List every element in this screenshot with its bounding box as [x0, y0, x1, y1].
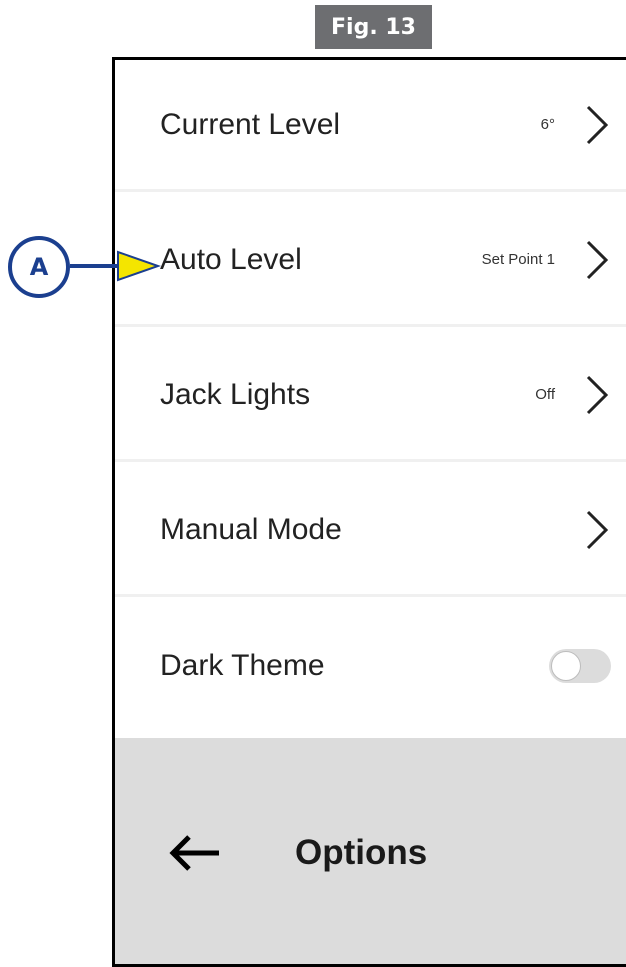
menu-item-value: Off — [535, 386, 555, 403]
figure-label: Fig. 13 — [315, 5, 432, 49]
menu-item-label: Dark Theme — [160, 649, 325, 682]
chevron-right-icon — [586, 510, 609, 549]
menu-item-value: Set Point 1 — [481, 251, 555, 268]
menu-item-label: Jack Lights — [160, 377, 311, 411]
dark-theme-toggle[interactable] — [549, 649, 611, 683]
chevron-right-icon — [586, 375, 609, 414]
menu-item-jack-lights[interactable]: Jack Lights Off — [115, 330, 626, 462]
menu-item-label: Manual Mode — [160, 512, 342, 546]
phone-screen: Current Level 6° Auto Level Set Point 1 … — [112, 57, 626, 967]
back-arrow-icon[interactable] — [165, 833, 225, 873]
menu-item-current-level[interactable]: Current Level 6° — [115, 60, 626, 192]
menu-item-manual-mode[interactable]: Manual Mode — [115, 465, 626, 597]
toggle-knob — [551, 651, 581, 681]
menu-item-label: Auto Level — [160, 242, 302, 276]
menu-item-dark-theme: Dark Theme — [115, 600, 626, 732]
chevron-right-icon — [586, 105, 609, 144]
menu-item-label: Current Level — [160, 107, 341, 141]
menu-item-auto-level[interactable]: Auto Level Set Point 1 — [115, 195, 626, 327]
chevron-right-icon — [586, 240, 609, 279]
page-title: Options — [295, 833, 428, 872]
menu-item-value: 6° — [540, 116, 555, 133]
callout-badge: A — [8, 236, 70, 298]
options-footer-bar: Options — [115, 738, 626, 964]
